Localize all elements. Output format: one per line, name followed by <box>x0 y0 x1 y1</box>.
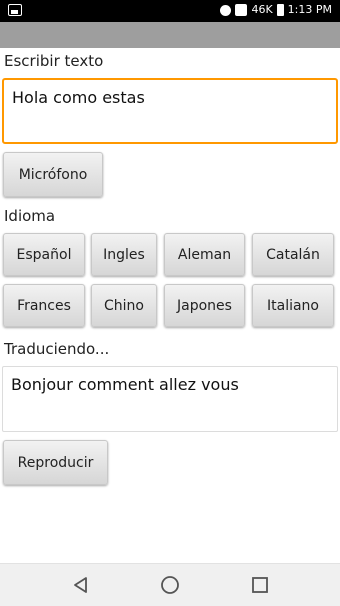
language-button-espanol[interactable]: Español <box>3 233 85 276</box>
play-button[interactable]: Reproducir <box>3 440 108 485</box>
network-label: 46K <box>251 3 273 16</box>
language-button-ingles[interactable]: Ingles <box>91 233 157 276</box>
back-triangle-icon[interactable] <box>67 572 95 598</box>
notification-image-icon <box>8 4 22 16</box>
translating-label: Traduciendo... <box>4 340 110 358</box>
language-button-chino[interactable]: Chino <box>91 284 157 327</box>
language-button-catalan[interactable]: Catalán <box>252 233 334 276</box>
battery-icon <box>276 4 284 16</box>
clock: 1:13 PM <box>287 3 332 16</box>
language-label: Idioma <box>4 207 56 225</box>
language-button-japones[interactable]: Japones <box>164 284 245 327</box>
navigation-bar <box>0 563 340 606</box>
microphone-button[interactable]: Micrófono <box>3 152 103 197</box>
vibrate-icon <box>220 4 232 16</box>
language-button-italiano[interactable]: Italiano <box>252 284 334 327</box>
recents-square-icon[interactable] <box>246 572 274 598</box>
app-bar <box>0 22 340 48</box>
wifi-icon <box>235 4 248 16</box>
translation-output: Bonjour comment allez vous <box>2 366 338 432</box>
home-circle-icon[interactable] <box>156 572 184 598</box>
language-button-aleman[interactable]: Aleman <box>164 233 245 276</box>
status-bar: 46K 1:13 PM <box>0 0 340 22</box>
source-text-input[interactable]: Hola como estas <box>2 78 338 144</box>
language-button-frances[interactable]: Frances <box>3 284 85 327</box>
status-icons: 46K 1:13 PM <box>220 3 332 17</box>
write-text-label: Escribir texto <box>4 52 104 70</box>
